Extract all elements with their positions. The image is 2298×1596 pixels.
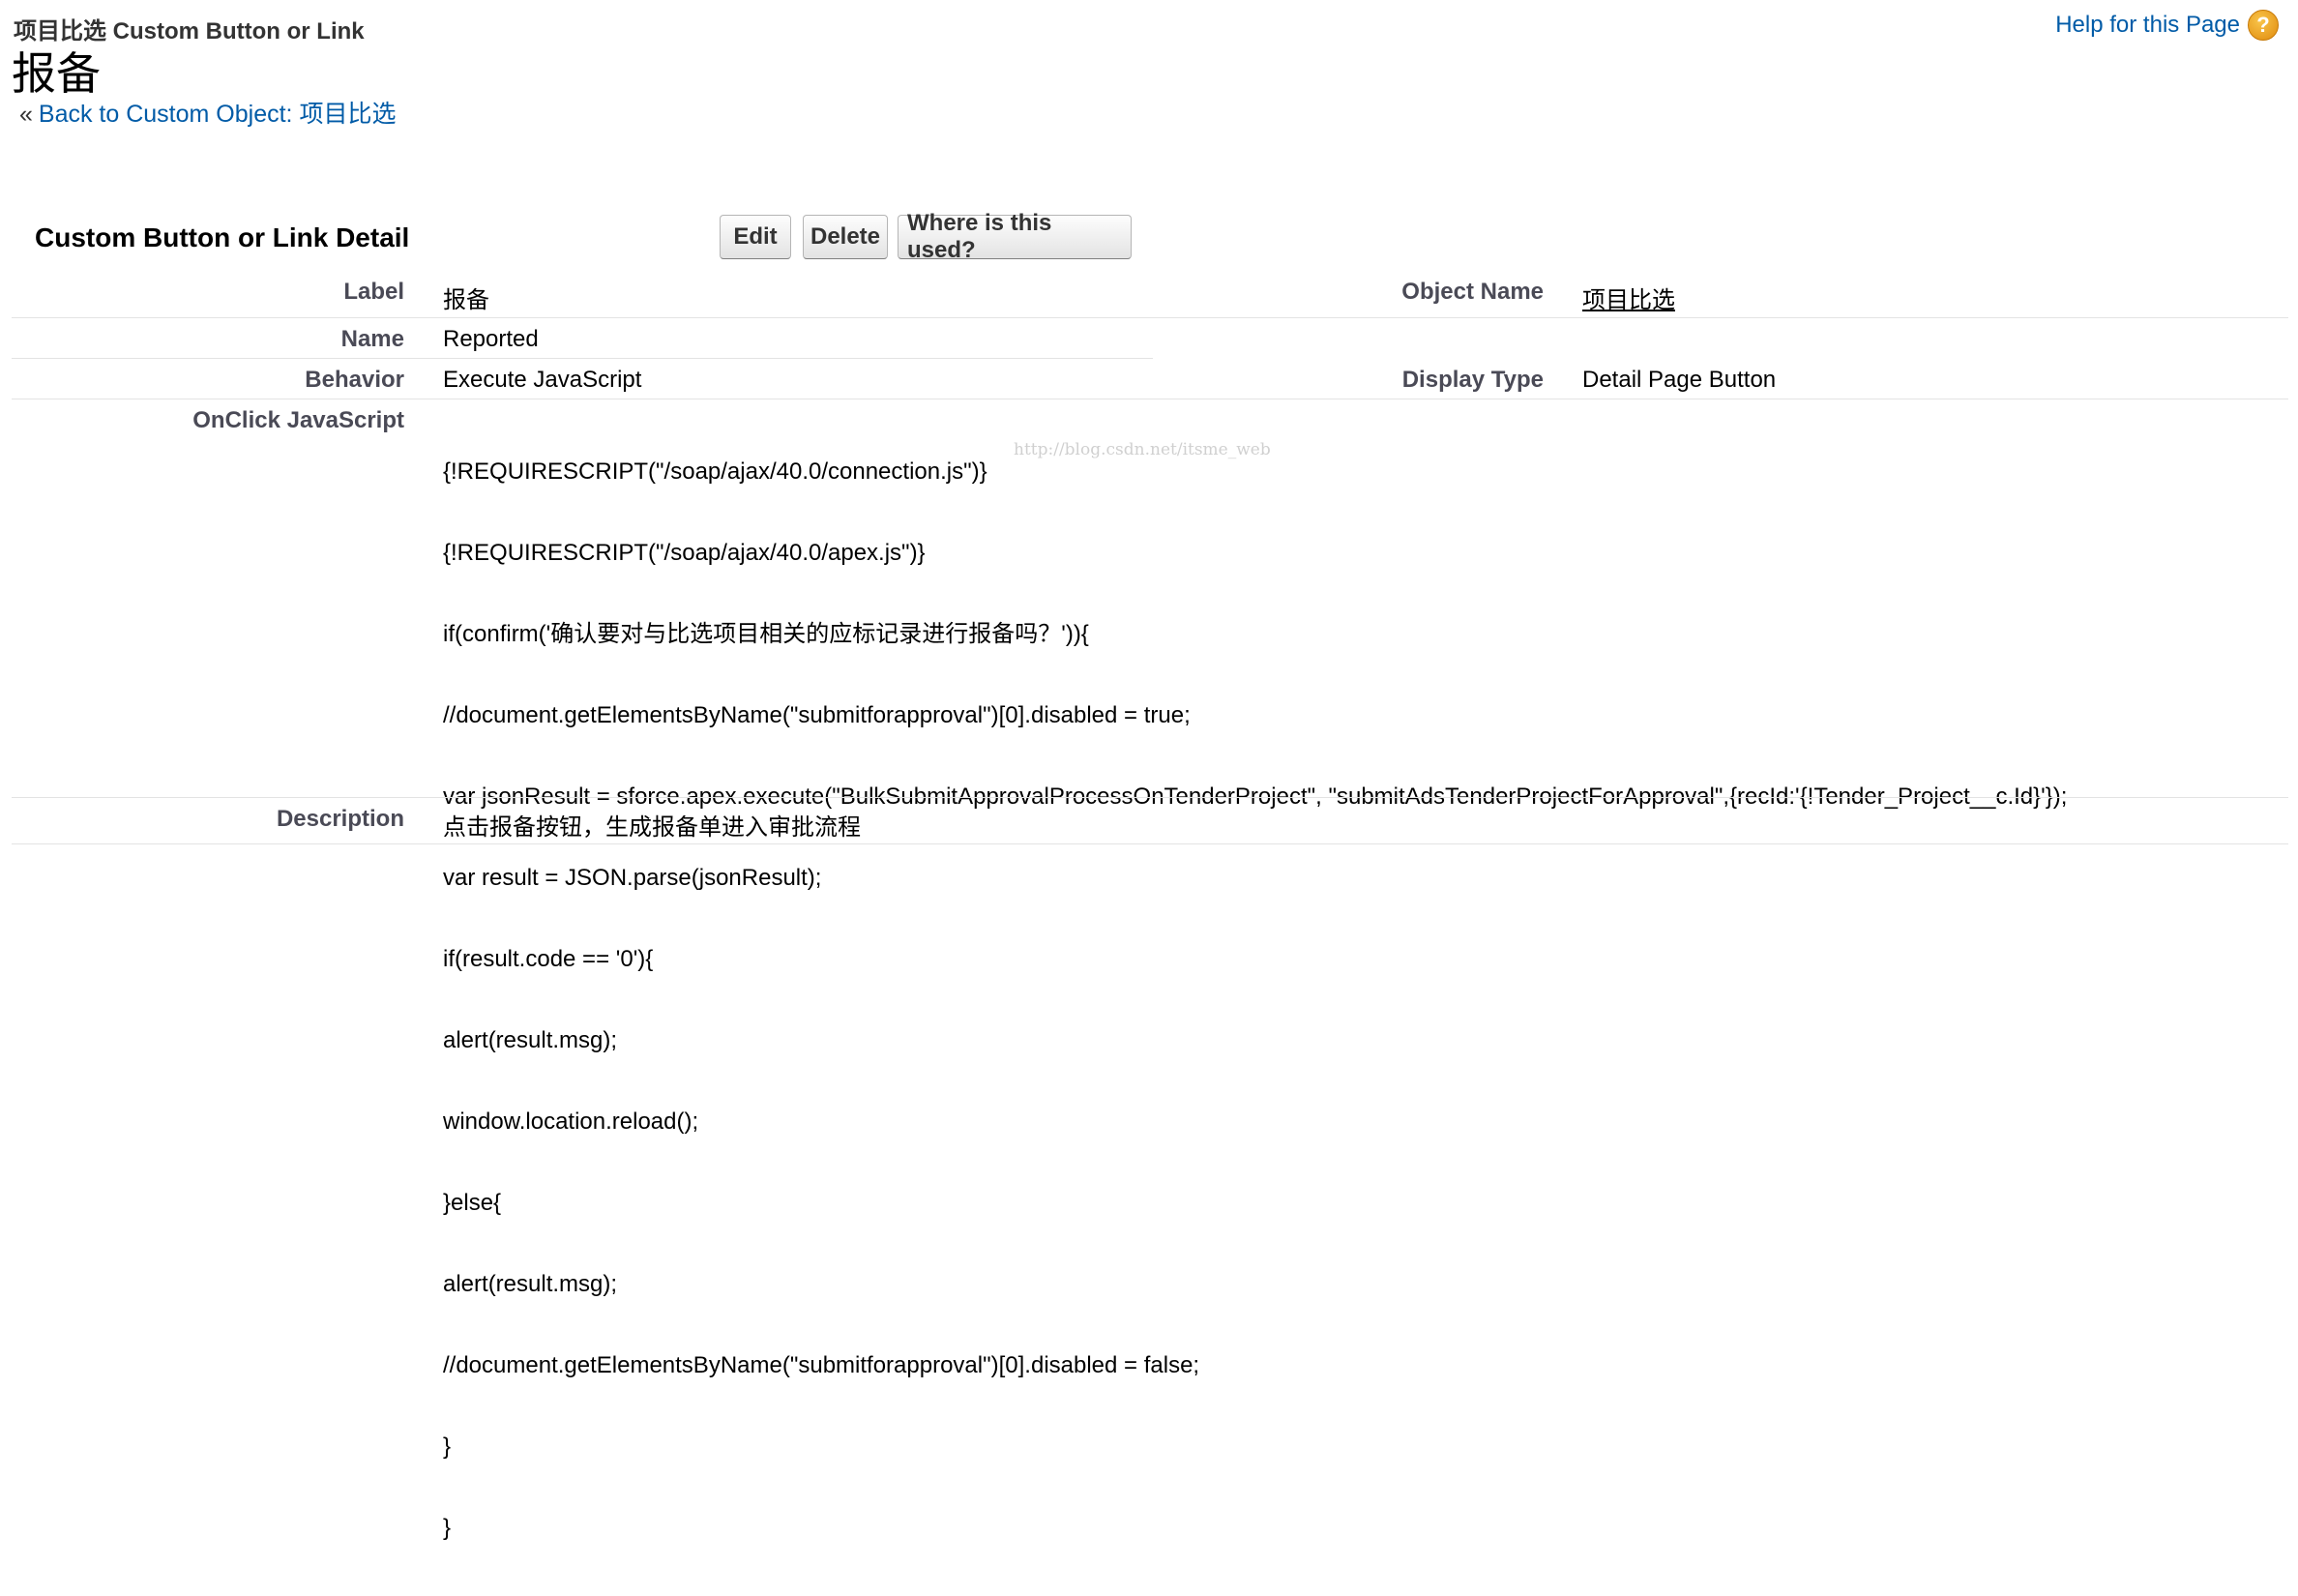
- section-title: Custom Button or Link Detail: [35, 222, 410, 252]
- help-area: Help for this Page ?: [2055, 10, 2279, 41]
- page-title: 报备: [12, 47, 101, 100]
- code-line: window.location.reload();: [443, 1108, 699, 1135]
- code-line: //document.getElementsByName("submitfora…: [443, 702, 1191, 728]
- onclick-javascript-code: {!REQUIRESCRIPT("/soap/ajax/40.0/connect…: [443, 404, 2067, 1596]
- code-line: {!REQUIRESCRIPT("/soap/ajax/40.0/connect…: [443, 458, 987, 485]
- code-line: var result = JSON.parse(jsonResult);: [443, 865, 822, 891]
- row-divider: [12, 317, 2288, 318]
- object-name-field-label: Object Name: [1401, 279, 1544, 305]
- row-divider: [12, 797, 2288, 798]
- object-name-link[interactable]: 项目比选: [1582, 287, 1675, 313]
- display-type-field-value: Detail Page Button: [1582, 367, 1777, 393]
- behavior-field-value: Execute JavaScript: [443, 367, 642, 393]
- where-is-this-used-button[interactable]: Where is this used?: [898, 210, 1132, 263]
- back-arrow-icon: «: [19, 101, 33, 128]
- description-field-label: Description: [276, 806, 404, 832]
- code-line: {!REQUIRESCRIPT("/soap/ajax/40.0/apex.js…: [443, 540, 926, 566]
- watermark: http://blog.csdn.net/itsme_web: [1014, 440, 1271, 459]
- row-divider: [12, 843, 2288, 844]
- help-question-icon[interactable]: ?: [2248, 10, 2279, 41]
- display-type-field-label: Display Type: [1401, 367, 1544, 393]
- code-line: //document.getElementsByName("submitfora…: [443, 1352, 1200, 1378]
- label-field-value: 报备: [443, 287, 489, 313]
- behavior-field-label: Behavior: [305, 367, 404, 393]
- object-name-field-value: 项目比选: [1582, 281, 1675, 314]
- code-line: if(confirm('确认要对与比选项目相关的应标记录进行报备吗？')){: [443, 621, 1089, 647]
- row-divider: [12, 358, 1153, 359]
- page: 项目比选 Custom Button or Link 报备 «Back to C…: [0, 0, 2298, 1541]
- back-link-row: «Back to Custom Object: 项目比选: [19, 95, 396, 130]
- name-field-value: Reported: [443, 326, 539, 352]
- label-field-label: Label: [343, 279, 404, 305]
- name-field-label: Name: [340, 326, 404, 352]
- code-line: }: [443, 1515, 452, 1541]
- code-line: alert(result.msg);: [443, 1027, 618, 1053]
- edit-button[interactable]: Edit: [720, 215, 791, 259]
- code-line: if(result.code == '0'){: [443, 946, 654, 972]
- description-field-value: 点击报备按钮，生成报备单进入审批流程: [443, 814, 861, 841]
- onclick-javascript-field-label: OnClick JavaScript: [192, 407, 404, 433]
- delete-button[interactable]: Delete: [803, 215, 888, 259]
- back-to-custom-object-link[interactable]: Back to Custom Object: 项目比选: [39, 101, 397, 128]
- code-line: }else{: [443, 1190, 502, 1216]
- help-for-page-link[interactable]: Help for this Page: [2055, 12, 2240, 39]
- code-line: }: [443, 1433, 452, 1460]
- code-line: alert(result.msg);: [443, 1271, 618, 1297]
